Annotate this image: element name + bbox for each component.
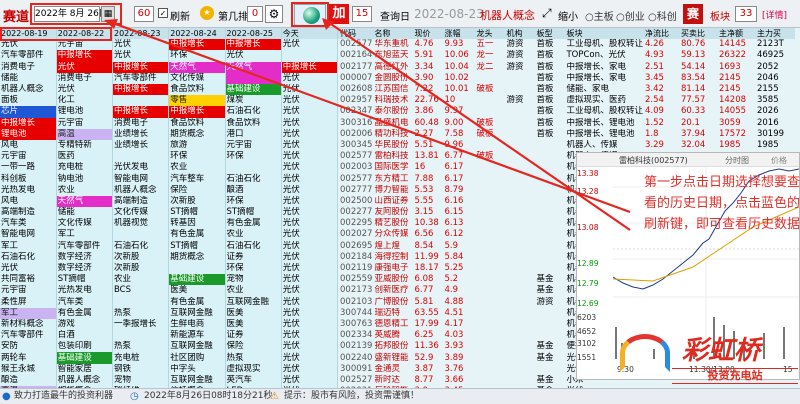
logo-subtitle: 投资充电站 bbox=[672, 368, 798, 384]
status-hint: 提示：股市有风险，投资需谨慎！ bbox=[284, 391, 420, 401]
status-bar: ● 致力打造最牛的投资利器 ◷ 2022年8月26日08时18分21秒 ⚠ 提示… bbox=[0, 388, 800, 404]
clock-icon: ◷ bbox=[130, 391, 139, 402]
status-icon: ● bbox=[2, 391, 11, 402]
logo-name: 彩虹桥 bbox=[682, 336, 761, 366]
warning-icon: ⚠ bbox=[270, 391, 279, 402]
app-window: 赛道 2022年 8月 26日 ▦ 60 ✓ 刷新 ★ 第几排 0 ⚙ 加 15… bbox=[0, 0, 800, 404]
rainbow-icon bbox=[620, 334, 670, 372]
status-left: 致力打造最牛的投资利器 bbox=[14, 391, 114, 401]
refresh-highlight-box bbox=[291, 2, 329, 27]
status-date: 2022年8月26日08时18分21秒 bbox=[144, 391, 273, 401]
date-highlight-box bbox=[30, 3, 122, 25]
header-highlight-box bbox=[0, 27, 112, 41]
logo: 彩虹桥 投资充电站 bbox=[620, 334, 800, 388]
